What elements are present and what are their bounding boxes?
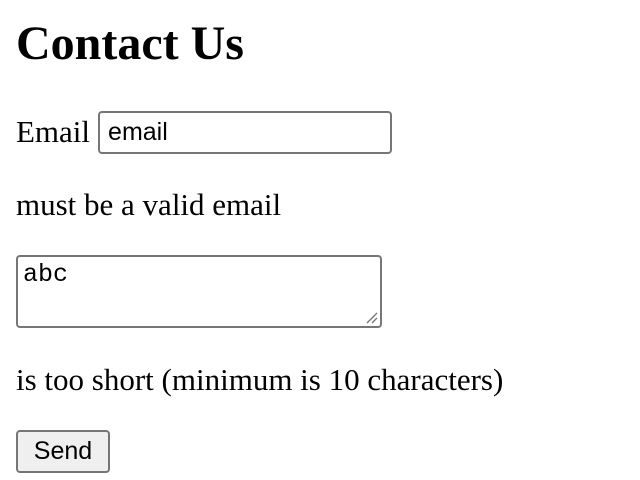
contact-page: Contact Us Email must be a valid email a…: [0, 0, 640, 480]
message-textarea[interactable]: abc: [16, 255, 382, 328]
send-button[interactable]: Send: [16, 430, 110, 473]
email-label: Email: [16, 114, 91, 149]
page-title: Contact Us: [16, 17, 244, 70]
email-row: Email: [16, 110, 393, 154]
email-field[interactable]: [98, 110, 393, 154]
message-error-message: is too short (minimum is 10 characters): [16, 362, 504, 397]
email-error-message: must be a valid email: [16, 187, 282, 222]
